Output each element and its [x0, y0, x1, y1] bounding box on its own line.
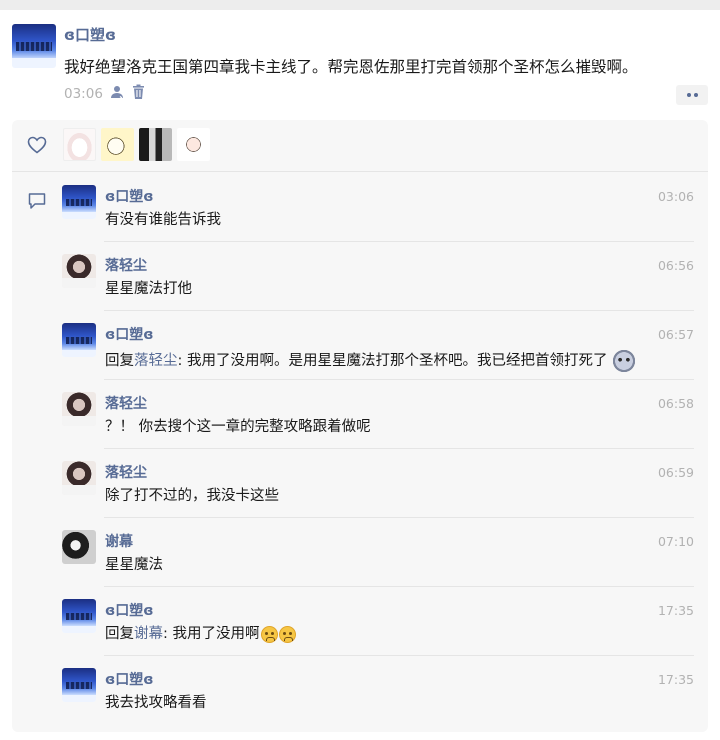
trash-icon[interactable]: [131, 84, 146, 104]
comment-time: 07:10: [657, 534, 694, 549]
post-meta: 03:06: [64, 84, 146, 104]
more-icon[interactable]: [676, 85, 708, 105]
top-bar: [0, 0, 720, 10]
post-time: 03:06: [64, 86, 103, 102]
user-icon[interactable]: [109, 84, 125, 104]
comment-item[interactable]: 落轻尘 06:56 星星魔法打他: [62, 242, 708, 311]
post-text: 我好绝望洛克王国第四章我卡主线了。帮完恩佐那里打完首领那个圣杯怎么摧毁啊。: [64, 58, 638, 76]
comment-body: 有没有谁能告诉我: [105, 212, 221, 228]
liker-avatar-3[interactable]: [139, 128, 172, 161]
commenter-name[interactable]: 落轻尘: [105, 257, 147, 275]
commenter-name[interactable]: ɞ口塑ɞ: [105, 671, 153, 689]
commenter-avatar[interactable]: [62, 392, 96, 426]
comment-item[interactable]: 落轻尘 06:59 除了打不过的，我没卡这些: [62, 449, 708, 518]
comment-time: 17:35: [657, 672, 694, 687]
likes-row: [12, 120, 708, 172]
comment-icon: [27, 192, 47, 210]
commenter-avatar[interactable]: [62, 185, 96, 219]
comment-time: 03:06: [657, 189, 694, 204]
comment-item[interactable]: 谢幕 07:10 星星魔法: [62, 518, 708, 587]
commenter-name[interactable]: 谢幕: [105, 533, 133, 551]
sticker-icon: [610, 348, 637, 374]
comment-body: : 我用了没用啊: [163, 626, 260, 642]
comment-time: 06:58: [657, 396, 694, 411]
comment-item[interactable]: ɞ口塑ɞ 06:57 回复 落轻尘: 我用了没用啊。是用星星魔法打那个圣杯吧。我已…: [62, 311, 708, 380]
post-author-avatar[interactable]: [12, 24, 56, 68]
commenter-avatar[interactable]: [62, 599, 96, 633]
reply-to-name[interactable]: 谢幕: [134, 624, 163, 644]
reply-prefix: 回复: [105, 626, 134, 642]
comment-body: 我去找攻略看看: [105, 695, 207, 711]
liker-avatar-2[interactable]: [101, 128, 134, 161]
post-author-name[interactable]: ɞ口塑ɞ: [64, 26, 116, 44]
comment-text: 除了打不过的，我没卡这些: [105, 486, 279, 506]
comment-text: 我去找攻略看看: [105, 693, 207, 713]
comment-text: 回复 落轻尘: 我用了没用啊。是用星星魔法打那个圣杯吧。我已经把首领打死了: [105, 348, 637, 374]
commenter-name[interactable]: ɞ口塑ɞ: [105, 602, 153, 620]
commenter-name[interactable]: ɞ口塑ɞ: [105, 188, 153, 206]
interaction-panel: ɞ口塑ɞ 03:06 有没有谁能告诉我 落轻尘 06:56 星星魔法打他 ɞ口塑…: [12, 120, 708, 732]
comment-item[interactable]: ɞ口塑ɞ 17:35 我去找攻略看看: [62, 656, 708, 725]
comment-text: 星星魔法打他: [105, 279, 192, 299]
commenter-avatar[interactable]: [62, 668, 96, 702]
comment-text: 回复 谢幕: 我用了没用啊: [105, 624, 296, 644]
comment-item[interactable]: ɞ口塑ɞ 03:06 有没有谁能告诉我: [62, 173, 708, 242]
reply-to-name[interactable]: 落轻尘: [134, 351, 178, 371]
comment-body: ？！ 你去搜个这一章的完整攻略跟着做呢: [105, 419, 371, 435]
comment-item[interactable]: 落轻尘 06:58 ？！ 你去搜个这一章的完整攻略跟着做呢: [62, 380, 708, 449]
comment-time: 06:59: [657, 465, 694, 480]
comment-time: 17:35: [657, 603, 694, 618]
comment-body: 星星魔法打他: [105, 281, 192, 297]
emoji-face-icon: [278, 625, 296, 643]
liker-avatar-4[interactable]: [177, 128, 210, 161]
comment-text: 有没有谁能告诉我: [105, 210, 221, 230]
comment-text: 星星魔法: [105, 555, 163, 575]
commenter-avatar[interactable]: [62, 530, 96, 564]
reply-prefix: 回复: [105, 353, 134, 369]
comment-body: : 我用了没用啊。是用星星魔法打那个圣杯吧。我已经把首领打死了: [177, 353, 608, 369]
emoji-face-icon: [260, 625, 278, 643]
commenter-name[interactable]: 落轻尘: [105, 464, 147, 482]
comment-text: ？！ 你去搜个这一章的完整攻略跟着做呢: [105, 417, 371, 437]
commenter-name[interactable]: ɞ口塑ɞ: [105, 326, 153, 344]
commenter-name[interactable]: 落轻尘: [105, 395, 147, 413]
comment-body: 星星魔法: [105, 557, 163, 573]
comment-time: 06:57: [657, 327, 694, 342]
commenter-avatar[interactable]: [62, 461, 96, 495]
commenter-avatar[interactable]: [62, 323, 96, 357]
commenter-avatar[interactable]: [62, 254, 96, 288]
comment-item[interactable]: ɞ口塑ɞ 17:35 回复 谢幕: 我用了没用啊: [62, 587, 708, 656]
heart-icon: [26, 134, 48, 156]
comment-body: 除了打不过的，我没卡这些: [105, 488, 279, 504]
liker-avatar-1[interactable]: [63, 128, 96, 161]
comment-time: 06:56: [657, 258, 694, 273]
